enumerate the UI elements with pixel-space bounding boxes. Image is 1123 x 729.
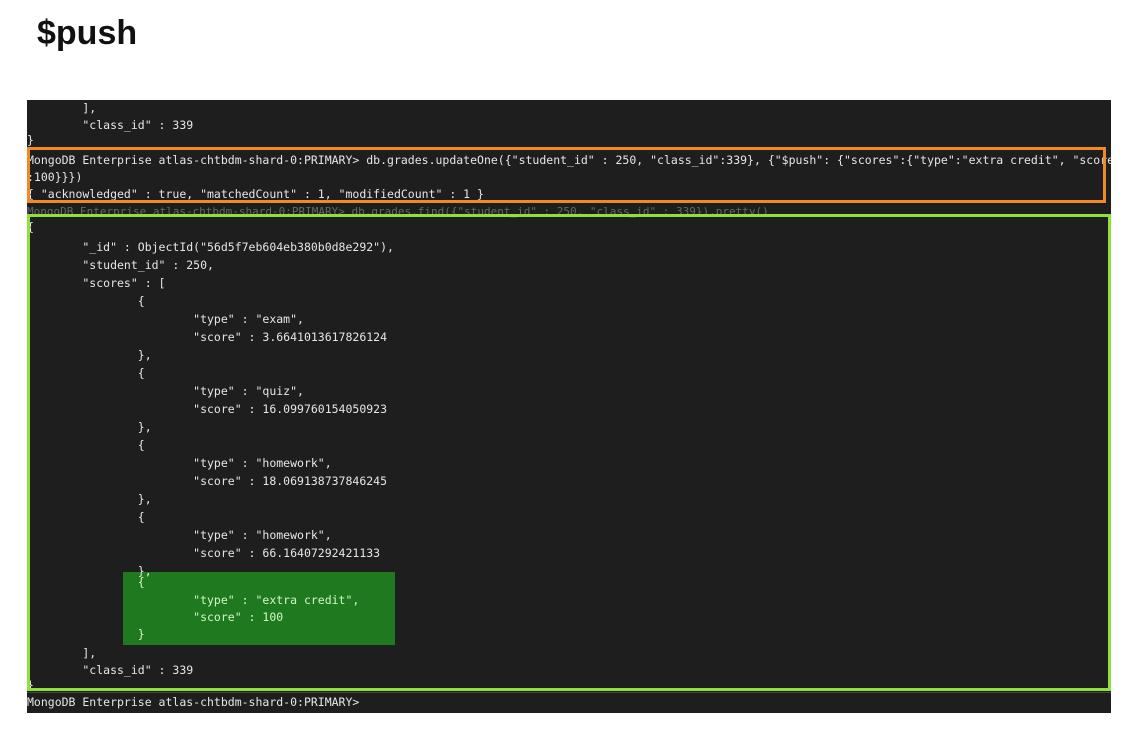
terminal-line: { — [27, 294, 145, 308]
pushed-item-score: "score" : 100 — [27, 610, 284, 624]
terminal-line: "score" : 66.16407292421133 — [27, 546, 381, 560]
terminal-line: "type" : "homework", — [27, 456, 332, 470]
terminal-line: "score" : 18.069138737846245 — [27, 474, 388, 488]
terminal-line: }, — [27, 420, 152, 434]
terminal-line: "score" : 16.099760154050923 — [27, 402, 388, 416]
terminal-line: "type" : "quiz", — [27, 384, 304, 398]
terminal-line: "scores" : [ — [27, 276, 166, 290]
terminal-line: { — [27, 510, 145, 524]
mongo-shell-terminal[interactable]: ], "class_id" : 339 } MongoDB Enterprise… — [27, 100, 1111, 713]
update-command-line: MongoDB Enterprise atlas-chtbdm-shard-0:… — [27, 153, 1111, 167]
shell-prompt-row[interactable]: MongoDB Enterprise atlas-chtbdm-shard-0:… — [27, 692, 1111, 713]
terminal-line: }, — [27, 348, 152, 362]
terminal-line: "class_id" : 339 — [27, 118, 194, 132]
terminal-line: "class_id" : 339 — [27, 663, 194, 677]
pushed-item-open: { — [27, 575, 145, 589]
terminal-line: "type" : "homework", — [27, 528, 332, 542]
terminal-line: { — [27, 220, 34, 234]
terminal-line: ], — [27, 101, 97, 115]
terminal-line: }, — [27, 492, 152, 506]
update-result-line: { "acknowledged" : true, "matchedCount" … — [27, 187, 484, 201]
terminal-line: ], — [27, 646, 97, 660]
update-command-continuation: :100}}}) — [27, 170, 83, 184]
slide-title: $push — [37, 14, 138, 52]
terminal-line: "score" : 3.6641013617826124 — [27, 330, 388, 344]
terminal-line: { — [27, 366, 145, 380]
pushed-item-type: "type" : "extra credit", — [27, 593, 360, 607]
find-command-line: MongoDB Enterprise atlas-chtbdm-shard-0:… — [27, 206, 769, 218]
shell-prompt: MongoDB Enterprise atlas-chtbdm-shard-0:… — [27, 695, 360, 709]
terminal-line: } — [27, 134, 34, 146]
terminal-line: "type" : "exam", — [27, 312, 304, 326]
terminal-line: "_id" : ObjectId("56d5f7eb604eb380b0d8e2… — [27, 240, 394, 254]
terminal-line: { — [27, 438, 145, 452]
terminal-line: "student_id" : 250, — [27, 258, 214, 272]
terminal-line: } — [27, 679, 34, 691]
pushed-item-close: } — [27, 627, 145, 641]
